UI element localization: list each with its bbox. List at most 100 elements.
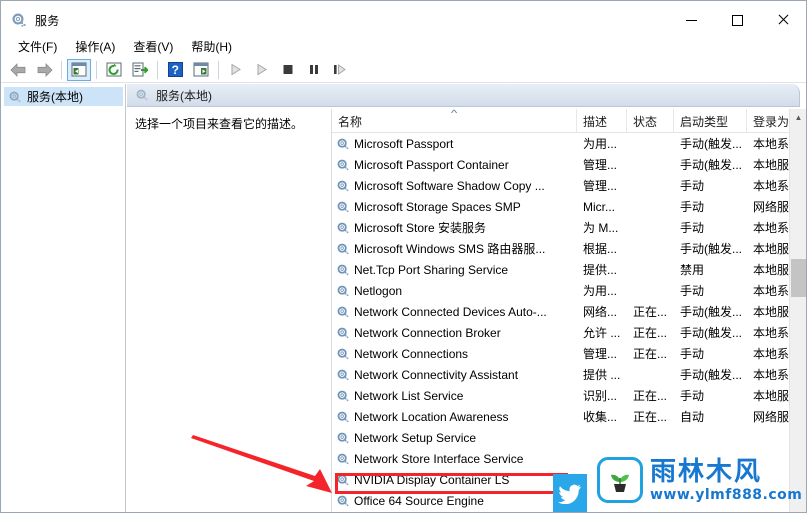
sprout-logo-icon (597, 457, 643, 503)
pause-service-button[interactable] (302, 59, 326, 81)
details-pane-title: 服务(本地) (156, 88, 212, 103)
cell-service-name: Net.Tcp Port Sharing Service (332, 259, 577, 280)
column-header-startup[interactable]: 启动类型 (674, 109, 747, 133)
cell-description: 提供 ... (583, 368, 621, 382)
service-description-area: 选择一个项目来查看它的描述。 (127, 109, 332, 512)
cell-log-on-as: 本地系 (753, 221, 790, 235)
menu-bar: 文件(F) 操作(A) 查看(V) 帮助(H) (1, 35, 806, 57)
watermark: 雨林木风 www.ylmf888.com (597, 449, 802, 511)
cell-startup-type: 手动(触发... (680, 368, 742, 382)
cell-log-on-as: 本地服 (753, 158, 790, 172)
cell-service-name: Microsoft Windows SMS 路由器服... (332, 238, 577, 259)
table-row[interactable]: Microsoft Passport 为用... 手动(触发... 本地系 (332, 133, 806, 154)
service-gear-icon (337, 432, 349, 443)
start-service-button[interactable] (224, 59, 248, 81)
help-button[interactable]: ? (163, 59, 187, 81)
service-gear-icon (337, 159, 349, 170)
toolbar-separator (157, 60, 158, 79)
cell-log-on-as: 本地服 (753, 389, 790, 403)
table-row[interactable]: Network Connectivity Assistant 提供 ... 手动(触… (332, 364, 806, 385)
cell-log-on-as: 本地系 (753, 137, 790, 151)
table-row[interactable]: Net.Tcp Port Sharing Service 提供... 禁用 本地服 (332, 259, 806, 280)
resume-service-button[interactable] (328, 59, 352, 81)
refresh-button[interactable] (102, 59, 126, 81)
properties-icon (193, 62, 209, 77)
close-button[interactable] (760, 1, 806, 39)
export-list-icon (132, 62, 148, 77)
cell-description: 提供... (583, 263, 618, 277)
table-row[interactable]: Network List Service 识别... 正在... 手动 本地服 (332, 385, 806, 406)
table-row[interactable]: Microsoft Software Shadow Copy ... 管理... 手… (332, 175, 806, 196)
cell-startup-type: 自动 (680, 410, 705, 424)
service-name-text: Network Connectivity Assistant (354, 367, 519, 382)
service-gear-icon (337, 327, 349, 338)
resume-service-icon (334, 64, 346, 75)
cell-service-name: Office 64 Source Engine (332, 490, 577, 511)
forward-button[interactable] (32, 59, 56, 81)
column-header-name[interactable]: 名称 ^ (332, 109, 577, 133)
service-gear-icon (337, 390, 349, 401)
column-header-status[interactable]: 状态 (627, 109, 674, 133)
menu-view[interactable]: 查看(V) (124, 36, 182, 57)
table-row[interactable]: Network Connections 管理... 正在... 手动 本地系 (332, 343, 806, 364)
maximize-button[interactable] (714, 1, 760, 39)
service-name-text: Network Connected Devices Auto-... (354, 304, 547, 319)
scroll-up-button[interactable]: ▲ (790, 109, 806, 126)
menu-file[interactable]: 文件(F) (9, 36, 66, 57)
cell-service-name: Network List Service (332, 385, 577, 406)
tree-item-services-local[interactable]: 服务(本地) (4, 87, 123, 106)
toolbar-separator (96, 60, 97, 79)
column-header-logon[interactable]: 登录为 (747, 109, 791, 133)
cell-status: 正在... (633, 326, 668, 340)
table-row[interactable]: Microsoft Passport Container 管理... 手动(触发..… (332, 154, 806, 175)
cell-description: 网络... (583, 305, 618, 319)
stop-service-button[interactable] (276, 59, 300, 81)
cell-service-name: Network Connections (332, 343, 577, 364)
back-arrow-icon (9, 62, 25, 77)
show-tree-pane-button[interactable] (67, 58, 91, 81)
menu-help[interactable]: 帮助(H) (182, 36, 241, 57)
service-gear-icon (337, 243, 349, 254)
table-row[interactable]: Microsoft Windows SMS 路由器服... 根据... 手动(触发.… (332, 238, 806, 259)
cell-description: 管理... (583, 347, 618, 361)
svg-text:?: ? (171, 63, 178, 77)
table-row[interactable]: Network Connected Devices Auto-... 网络... 正… (332, 301, 806, 322)
cell-service-name: Network Connected Devices Auto-... (332, 301, 577, 322)
table-row[interactable]: Network Connection Broker 允许 ... 正在... 手动(触… (332, 322, 806, 343)
export-list-button[interactable] (128, 59, 152, 81)
service-name-text: Microsoft Storage Spaces SMP (354, 199, 521, 214)
table-row[interactable]: Netlogon 为用... 手动 本地系 (332, 280, 806, 301)
cell-description: 识别... (583, 389, 618, 403)
table-row[interactable]: Microsoft Storage Spaces SMP Micr... 手动 网络服 (332, 196, 806, 217)
cell-startup-type: 手动(触发... (680, 158, 742, 172)
column-header-description[interactable]: 描述 (577, 109, 627, 133)
cell-startup-type: 手动 (680, 179, 705, 193)
menu-action[interactable]: 操作(A) (66, 36, 124, 57)
scrollbar-thumb[interactable] (791, 259, 806, 297)
table-row[interactable]: Microsoft Store 安装服务 为 M... 手动 本地系 (332, 217, 806, 238)
service-name-text: Network Location Awareness (354, 409, 509, 424)
twitter-bird-icon (553, 474, 587, 512)
table-row[interactable]: Network Location Awareness 收集... 正在... 自动 网络… (332, 406, 806, 427)
cell-service-name: Microsoft Passport Container (332, 154, 577, 175)
minimize-button[interactable] (668, 1, 714, 39)
maximize-icon (731, 14, 743, 26)
cell-description: 为用... (583, 137, 618, 151)
cell-log-on-as: 本地服 (753, 242, 790, 256)
table-row[interactable]: Network Setup Service (332, 427, 806, 448)
cell-status (627, 175, 674, 196)
sort-ascending-icon: ^ (450, 109, 458, 118)
help-icon: ? (167, 62, 183, 77)
cell-log-on-as: 本地系 (753, 347, 790, 361)
cell-description: 收集... (583, 410, 618, 424)
cell-service-name: Microsoft Passport (332, 133, 577, 154)
cell-status: 正在... (633, 410, 668, 424)
cell-log-on-as (747, 427, 791, 448)
back-button[interactable] (6, 59, 30, 81)
properties-button[interactable] (189, 59, 213, 81)
cell-startup-type: 手动(触发... (680, 305, 742, 319)
restart-service-button[interactable] (250, 59, 274, 81)
service-name-text: Office 64 Source Engine (354, 493, 484, 508)
services-gear-icon (11, 12, 27, 28)
cell-service-name: Network Connectivity Assistant (332, 364, 577, 385)
